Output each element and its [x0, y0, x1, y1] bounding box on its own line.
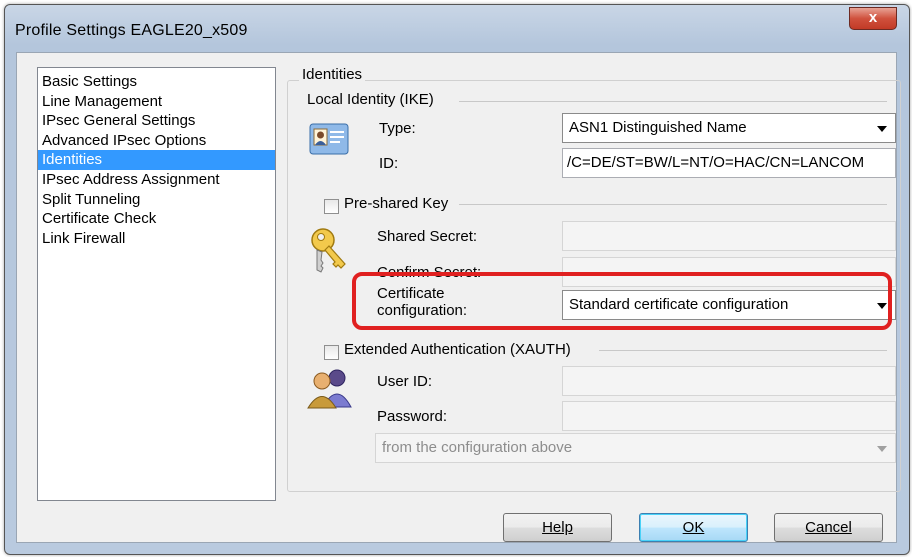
credential-source-dropdown[interactable]: from the configuration above — [375, 433, 896, 463]
red-highlight-box — [352, 272, 892, 330]
nav-item-identities[interactable]: Identities — [38, 150, 275, 170]
preshared-divider — [459, 204, 887, 205]
xauth-label: Extended Authentication (XAUTH) — [344, 341, 571, 358]
password-label: Password: — [377, 408, 448, 425]
close-button[interactable]: x — [849, 7, 897, 30]
nav-item-ipsec-general-settings[interactable]: IPsec General Settings — [38, 111, 275, 131]
nav-item-advanced-ipsec-options[interactable]: Advanced IPsec Options — [38, 131, 275, 151]
shared-secret-input[interactable] — [562, 221, 896, 251]
local-identity-group-title: Local Identity (IKE) — [307, 91, 434, 108]
nav-item-ipsec-address-assignment[interactable]: IPsec Address Assignment — [38, 170, 275, 190]
xauth-checkbox[interactable] — [324, 345, 339, 360]
userid-input[interactable] — [562, 366, 896, 396]
nav-item-certificate-check[interactable]: Certificate Check — [38, 209, 275, 229]
id-label: ID: — [379, 155, 399, 172]
help-button[interactable]: Help — [503, 513, 612, 542]
nav-item-basic-settings[interactable]: Basic Settings — [38, 72, 275, 92]
cancel-button-label: Cancel — [805, 519, 852, 536]
nav-item-split-tunneling[interactable]: Split Tunneling — [38, 190, 275, 210]
nav-item-line-management[interactable]: Line Management — [38, 92, 275, 112]
xauth-divider — [599, 350, 887, 351]
chevron-down-icon — [877, 446, 887, 452]
window-title: Profile Settings EAGLE20_x509 — [15, 22, 248, 39]
id-input-value: /C=DE/ST=BW/L=NT/O=HAC/CN=LANCOM — [567, 154, 865, 171]
help-button-label: Help — [542, 519, 573, 536]
preshared-key-label: Pre-shared Key — [344, 195, 449, 212]
type-dropdown-value: ASN1 Distinguished Name — [569, 119, 747, 136]
type-dropdown[interactable]: ASN1 Distinguished Name — [562, 113, 896, 143]
preshared-key-checkbox[interactable] — [324, 199, 339, 214]
settings-nav-list[interactable]: Basic Settings Line Management IPsec Gener… — [37, 67, 276, 501]
local-identity-divider — [459, 101, 887, 102]
nav-item-link-firewall[interactable]: Link Firewall — [38, 229, 275, 249]
title-bar[interactable]: Profile Settings EAGLE20_x509 x — [5, 5, 909, 51]
credential-source-value: from the configuration above — [382, 439, 573, 456]
ok-button[interactable]: OK — [639, 513, 748, 542]
users-icon — [307, 367, 353, 413]
userid-label: User ID: — [377, 373, 433, 390]
cancel-button[interactable]: Cancel — [774, 513, 883, 542]
password-input[interactable] — [562, 401, 896, 431]
id-card-icon — [309, 121, 351, 161]
chevron-down-icon — [877, 126, 887, 132]
id-input[interactable]: /C=DE/ST=BW/L=NT/O=HAC/CN=LANCOM — [562, 148, 896, 178]
shared-secret-label: Shared Secret: — [377, 228, 478, 245]
keys-icon — [309, 226, 353, 278]
identities-section-title: Identities — [299, 66, 366, 83]
type-label: Type: — [379, 120, 416, 137]
ok-button-label: OK — [682, 519, 705, 536]
